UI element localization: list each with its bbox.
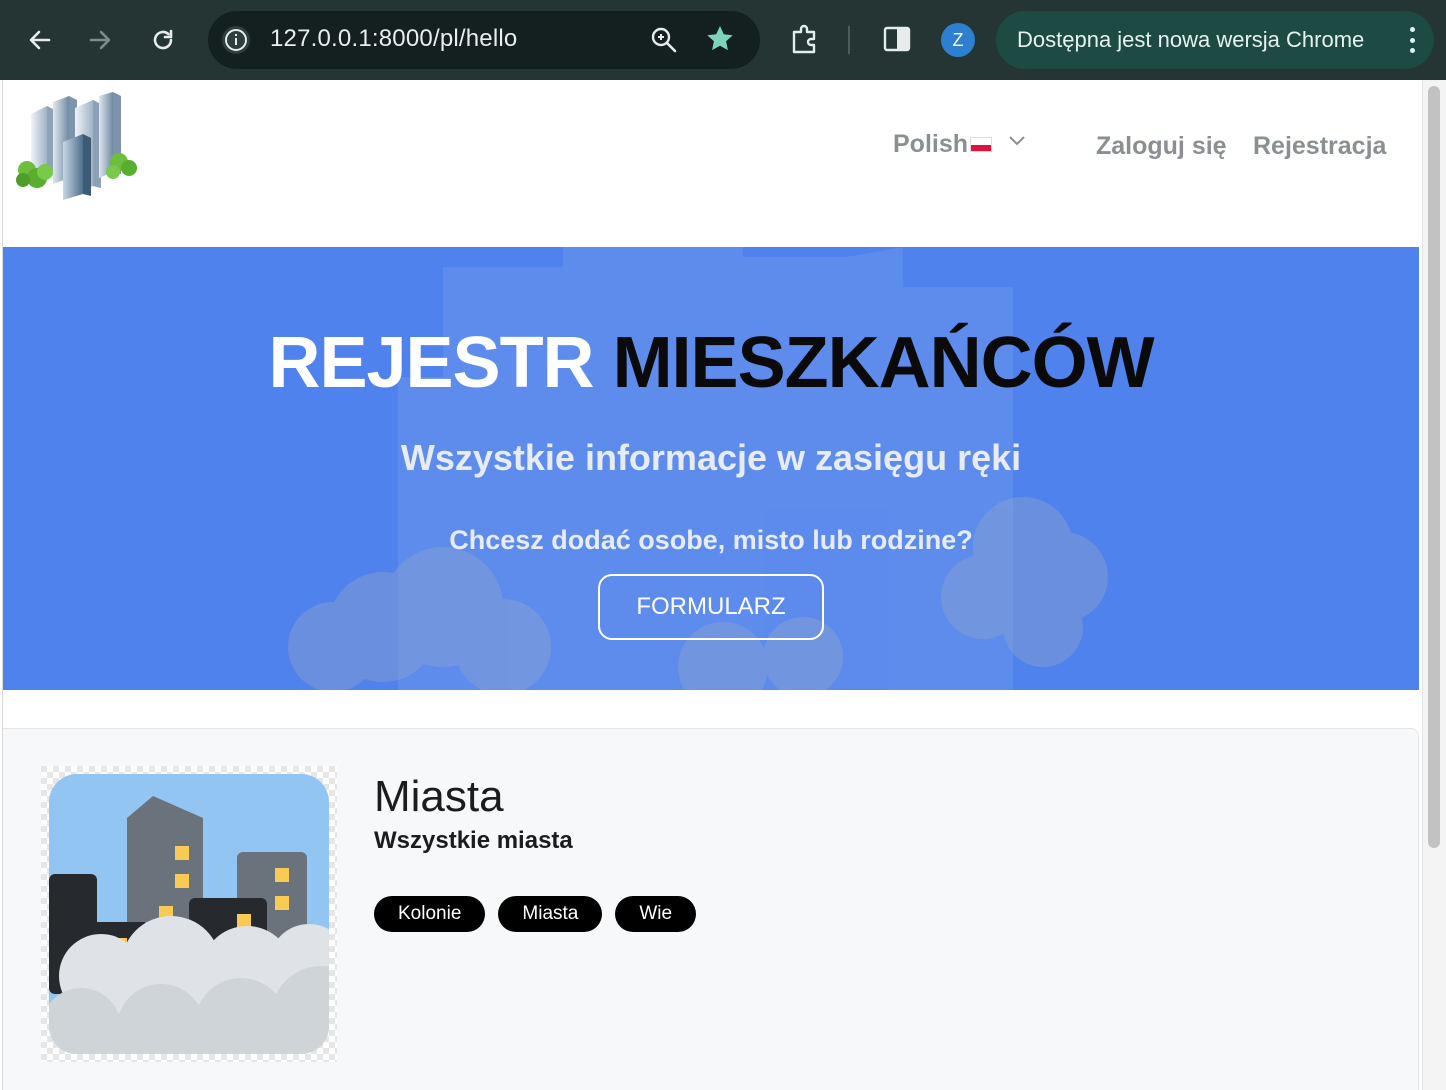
star-icon[interactable]: [704, 23, 736, 60]
tag-miasta[interactable]: Miasta: [498, 896, 603, 932]
login-link[interactable]: Zaloguj się: [1096, 132, 1227, 161]
update-label: Dostępna jest nowa wersja Chrome: [1017, 27, 1365, 52]
zoom-icon[interactable]: [650, 26, 678, 59]
hero-banner: REJESTR MIESZKAŃCÓW Wszystkie informacje…: [3, 247, 1419, 690]
hero-question: Chcesz dodać osobe, misto lub rodzine?: [449, 525, 973, 555]
forward-button[interactable]: [80, 20, 120, 60]
poland-flag-icon: [970, 137, 993, 152]
tag-wie[interactable]: Wie: [615, 896, 697, 932]
reload-button[interactable]: [143, 20, 183, 60]
url-text[interactable]: 127.0.0.1:8000/pl/hello: [270, 25, 517, 53]
hero-title-part1: REJESTR: [268, 323, 594, 403]
register-link[interactable]: Rejestracja: [1253, 132, 1386, 161]
toolbar-divider: [848, 26, 850, 54]
side-panel-icon[interactable]: [882, 24, 912, 59]
chrome-update-button[interactable]: Dostępna jest nowa wersja Chrome: [996, 11, 1434, 69]
profile-avatar[interactable]: Z: [941, 23, 975, 57]
city-illustration: [41, 766, 337, 1062]
language-dropdown[interactable]: Polish: [893, 130, 1026, 159]
cities-card[interactable]: Miasta Wszystkie miasta Kolonie Miasta W…: [3, 728, 1419, 1090]
reload-icon: [153, 29, 173, 50]
form-button[interactable]: FORMULARZ: [598, 574, 824, 640]
tag-kolonie[interactable]: Kolonie: [374, 896, 486, 932]
kebab-menu-icon[interactable]: [1410, 27, 1416, 53]
site-logo[interactable]: [13, 92, 139, 200]
site-navbar: Polish Zaloguj się Rejestracja: [3, 80, 1421, 247]
address-bar[interactable]: 127.0.0.1:8000/pl/hello: [208, 11, 760, 69]
card-subtitle: Wszystkie miasta: [374, 827, 573, 854]
info-icon[interactable]: [222, 26, 250, 54]
card-title: Miasta: [374, 772, 504, 821]
back-button[interactable]: [20, 20, 60, 60]
language-label: Polish: [893, 130, 969, 158]
hero-title-part2: MIESZKAŃCÓW: [612, 323, 1155, 403]
chevron-down-icon: [1009, 135, 1025, 145]
back-icon: [29, 30, 51, 50]
page-scrollbar[interactable]: [1422, 80, 1446, 1090]
browser-toolbar: 127.0.0.1:8000/pl/hello Z Dostępna jest …: [0, 0, 1446, 80]
extensions-icon[interactable]: [786, 20, 824, 63]
tag-list: Kolonie Miasta Wie: [374, 896, 709, 932]
hero-title: REJESTR MIESZKAŃCÓW: [3, 322, 1419, 404]
page-viewport: Polish Zaloguj się Rejestracja REJESTR M…: [2, 80, 1446, 1090]
scrollbar-thumb[interactable]: [1428, 86, 1440, 848]
forward-icon: [89, 30, 111, 50]
hero-subtitle: Wszystkie informacje w zasięgu ręki: [400, 437, 1022, 478]
